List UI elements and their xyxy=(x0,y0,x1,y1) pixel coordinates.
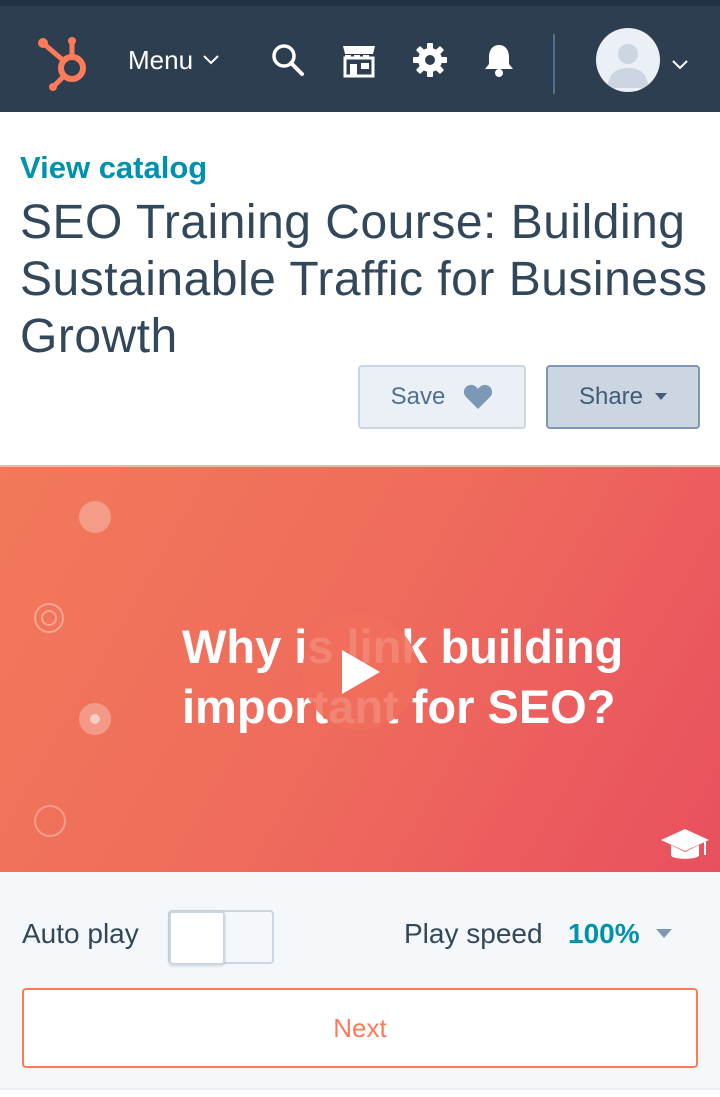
play-speed-value: 100% xyxy=(568,918,640,949)
sprocket-logo-icon[interactable] xyxy=(36,34,92,94)
chevron-down-icon xyxy=(203,55,219,65)
autoplay-toggle[interactable] xyxy=(168,910,274,965)
page-title: SEO Training Course: Building Sustainabl… xyxy=(20,196,708,363)
video-overlay-line-1: Why is link building xyxy=(182,620,624,673)
save-button[interactable]: Save xyxy=(358,365,526,429)
caret-down-icon xyxy=(655,393,668,400)
marketplace-icon[interactable] xyxy=(341,42,377,78)
decor-dot xyxy=(79,703,111,735)
video-overlay-text: Why is link building important for SEO? xyxy=(182,617,702,737)
bell-icon[interactable] xyxy=(481,42,517,78)
course-header: View catalog SEO Training Course: Buildi… xyxy=(0,112,720,465)
heart-icon xyxy=(464,384,493,409)
share-button[interactable]: Share xyxy=(546,365,700,429)
save-label: Save xyxy=(390,383,446,410)
video-overlay-line-2: important for SEO? xyxy=(182,680,616,733)
gear-icon[interactable] xyxy=(412,42,448,78)
avatar[interactable] xyxy=(596,28,660,92)
menu-button[interactable]: Menu xyxy=(128,44,219,76)
menu-label: Menu xyxy=(128,44,194,75)
toggle-knob[interactable] xyxy=(169,911,225,965)
player-controls: Auto play Play speed 100% Next xyxy=(0,872,720,1090)
video-player[interactable]: Why is link building important for SEO? xyxy=(0,465,720,872)
top-navigation-bar: Menu xyxy=(0,6,720,112)
play-speed-dropdown[interactable]: 100% xyxy=(568,918,672,950)
search-icon[interactable] xyxy=(270,42,306,78)
decor-ring xyxy=(34,805,66,837)
decor-dot xyxy=(79,501,111,533)
account-chevron-down-icon[interactable] xyxy=(672,60,688,70)
next-button[interactable]: Next xyxy=(22,988,698,1068)
nav-divider xyxy=(553,34,555,94)
play-icon xyxy=(342,650,380,694)
graduation-cap-icon xyxy=(661,829,709,859)
autoplay-label: Auto play xyxy=(22,918,139,949)
caret-down-icon xyxy=(655,929,672,938)
share-label: Share xyxy=(578,383,644,410)
play-speed-label: Play speed xyxy=(404,918,543,949)
view-catalog-link[interactable]: View catalog xyxy=(20,150,207,186)
avatar-icon xyxy=(608,44,648,88)
decor-target-ring xyxy=(34,603,64,633)
play-button[interactable] xyxy=(302,614,418,730)
